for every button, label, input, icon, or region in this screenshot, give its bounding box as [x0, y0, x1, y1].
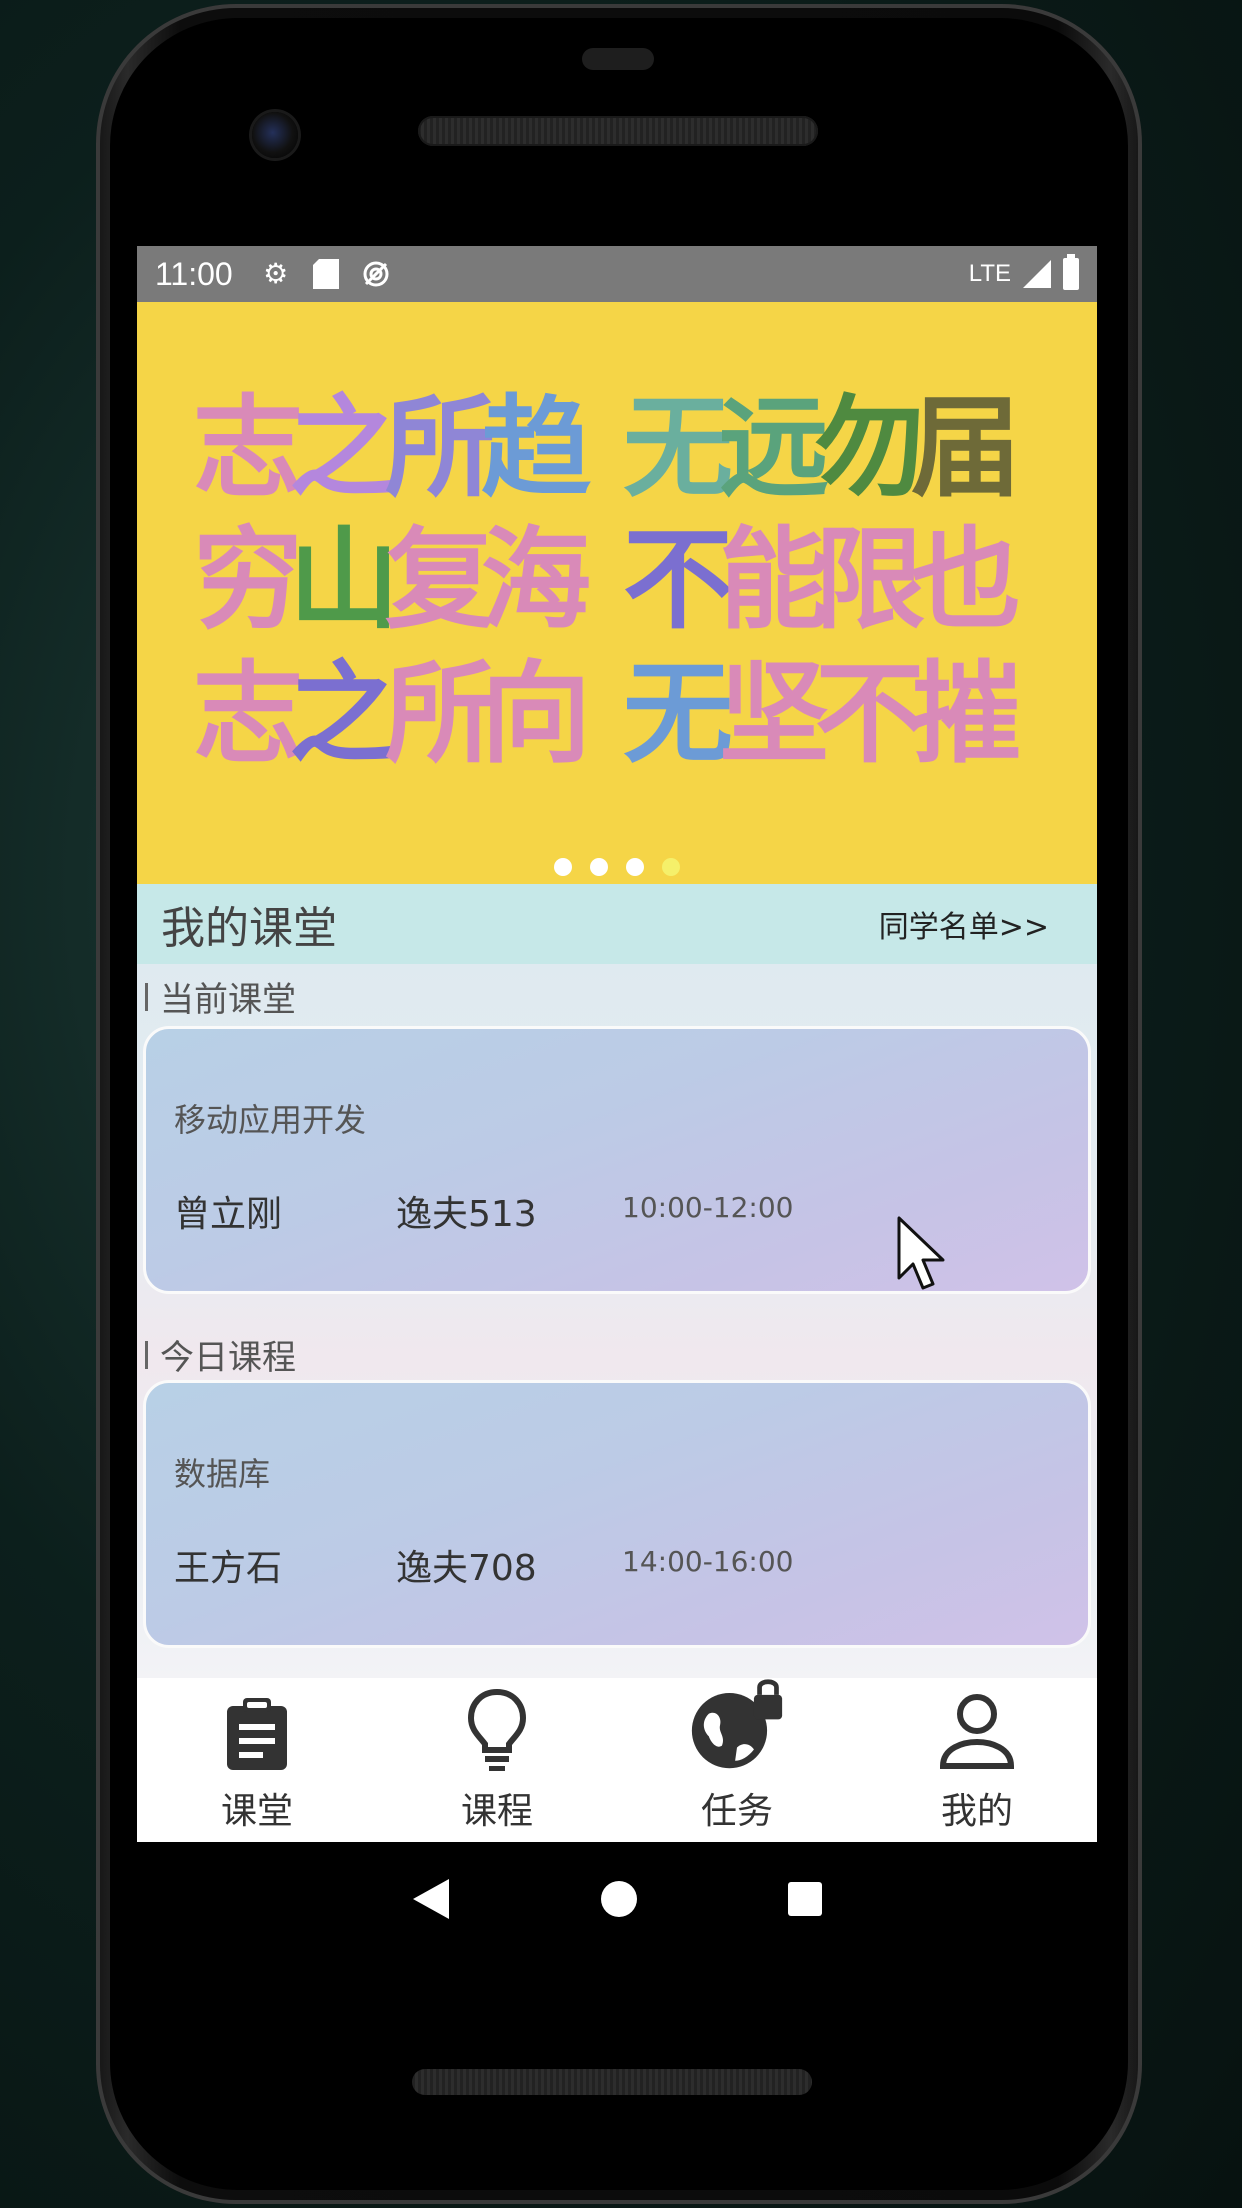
nav-label: 课堂: [220, 1791, 293, 1832]
banner-line-1: 志 之 所 趋 无 远 勿 届: [193, 388, 1073, 508]
bottom-speaker: [412, 2069, 812, 2095]
battery-icon: [1063, 254, 1079, 290]
class-time: 10:00-12:00: [622, 1191, 794, 1224]
teacher-name: 曾立刚: [174, 1194, 283, 1235]
front-camera: [252, 112, 298, 158]
banner-char: 坚: [719, 650, 829, 778]
banner-line-3: 志 之 所 向 无 坚 不 摧: [193, 654, 1073, 774]
label-bar: [145, 982, 148, 1011]
banner-char: 志: [193, 384, 303, 512]
banner-char: 能: [719, 516, 829, 644]
course-name: 数据库: [174, 1455, 271, 1493]
lightbulb-icon: [467, 1688, 527, 1771]
banner-line-2: 穷 山 复 海 不 能 限 也: [193, 520, 1073, 640]
classmates-link[interactable]: 同学名单>>: [879, 902, 1049, 946]
class-time: 14:00-16:00: [622, 1545, 794, 1578]
banner-char: 届: [911, 384, 1021, 512]
banner-char: 海: [481, 516, 591, 644]
banner-char: 之: [289, 384, 399, 512]
status-bar: 11:00 ⚙ LTE: [137, 246, 1097, 302]
sd-card-icon: [311, 259, 341, 289]
banner-char: 无: [623, 650, 733, 778]
system-navigation-bar: [137, 1842, 1097, 1956]
class-content: 当前课堂 移动应用开发 曾立刚 逸夫513 10:00-12:00 今日课程 数…: [137, 964, 1097, 1678]
network-type: LTE: [968, 260, 1011, 287]
nav-label: 课程: [460, 1791, 533, 1832]
globe-lock-icon: [691, 1679, 783, 1769]
gear-icon: ⚙: [263, 258, 289, 289]
carousel-dot[interactable]: [626, 858, 644, 876]
banner-char: 志: [193, 650, 303, 778]
bottom-navigation: 课堂 课程 任务 我的: [137, 1678, 1097, 1842]
banner-char: 远: [719, 384, 829, 512]
classroom: 逸夫708: [396, 1548, 537, 1589]
current-class-title: 当前课堂: [160, 980, 296, 1020]
app-screen: 11:00 ⚙ LTE 志 之 所 趋 无 远 勿 届 穷 山 复 海 不 能 …: [137, 246, 1097, 1842]
carousel-indicator[interactable]: [137, 858, 1097, 876]
banner-char: 山: [289, 516, 399, 644]
nav-label: 我的: [940, 1791, 1013, 1832]
banner-char: 不: [815, 650, 925, 778]
recents-icon[interactable]: [787, 1881, 823, 1917]
course-name: 移动应用开发: [174, 1101, 367, 1139]
banner-char: 所: [385, 384, 495, 512]
my-class-header: 我的课堂 同学名单>>: [137, 884, 1097, 964]
carousel-dot-active[interactable]: [662, 858, 680, 876]
mouse-cursor-icon: [897, 1216, 945, 1290]
top-sensor: [582, 48, 654, 70]
nav-tab-classroom[interactable]: 课堂: [175, 1678, 339, 1842]
back-icon[interactable]: [411, 1877, 451, 1921]
classroom: 逸夫513: [396, 1194, 537, 1235]
today-course-title: 今日课程: [160, 1338, 296, 1378]
label-bar: [145, 1340, 148, 1369]
top-speaker: [418, 116, 818, 146]
banner-char: 也: [911, 516, 1021, 644]
banner-char: 所: [385, 650, 495, 778]
signal-icon: [1023, 260, 1051, 288]
status-time: 11:00: [155, 255, 233, 292]
banner-char: 复: [385, 516, 495, 644]
sync-icon: [361, 259, 391, 289]
banner-char: 勿: [815, 384, 925, 512]
current-class-label: 当前课堂: [145, 972, 296, 1021]
banner-char: 不: [623, 516, 733, 644]
banner-char: 穷: [193, 516, 303, 644]
nav-tab-me[interactable]: 我的: [895, 1678, 1059, 1842]
person-icon: [939, 1694, 1015, 1769]
nav-tab-tasks[interactable]: 任务: [655, 1678, 819, 1842]
section-title: 我的课堂: [161, 903, 337, 954]
today-course-label: 今日课程: [145, 1330, 296, 1379]
banner-char: 之: [289, 650, 399, 778]
nav-label: 任务: [700, 1791, 773, 1832]
carousel-dot[interactable]: [554, 858, 572, 876]
home-icon[interactable]: [599, 1879, 639, 1919]
banner-char: 趋: [481, 384, 591, 512]
banner-char: 摧: [911, 650, 1021, 778]
nav-tab-courses[interactable]: 课程: [415, 1678, 579, 1842]
banner-char: 向: [481, 650, 591, 778]
carousel-dot[interactable]: [590, 858, 608, 876]
teacher-name: 王方石: [174, 1548, 283, 1589]
today-course-card[interactable]: 数据库 王方石 逸夫708 14:00-16:00: [143, 1380, 1091, 1648]
banner-char: 无: [623, 384, 733, 512]
banner-char: 限: [815, 516, 925, 644]
clipboard-icon: [227, 1698, 287, 1770]
banner-carousel[interactable]: 志 之 所 趋 无 远 勿 届 穷 山 复 海 不 能 限 也 志 之 所 向: [137, 302, 1097, 884]
